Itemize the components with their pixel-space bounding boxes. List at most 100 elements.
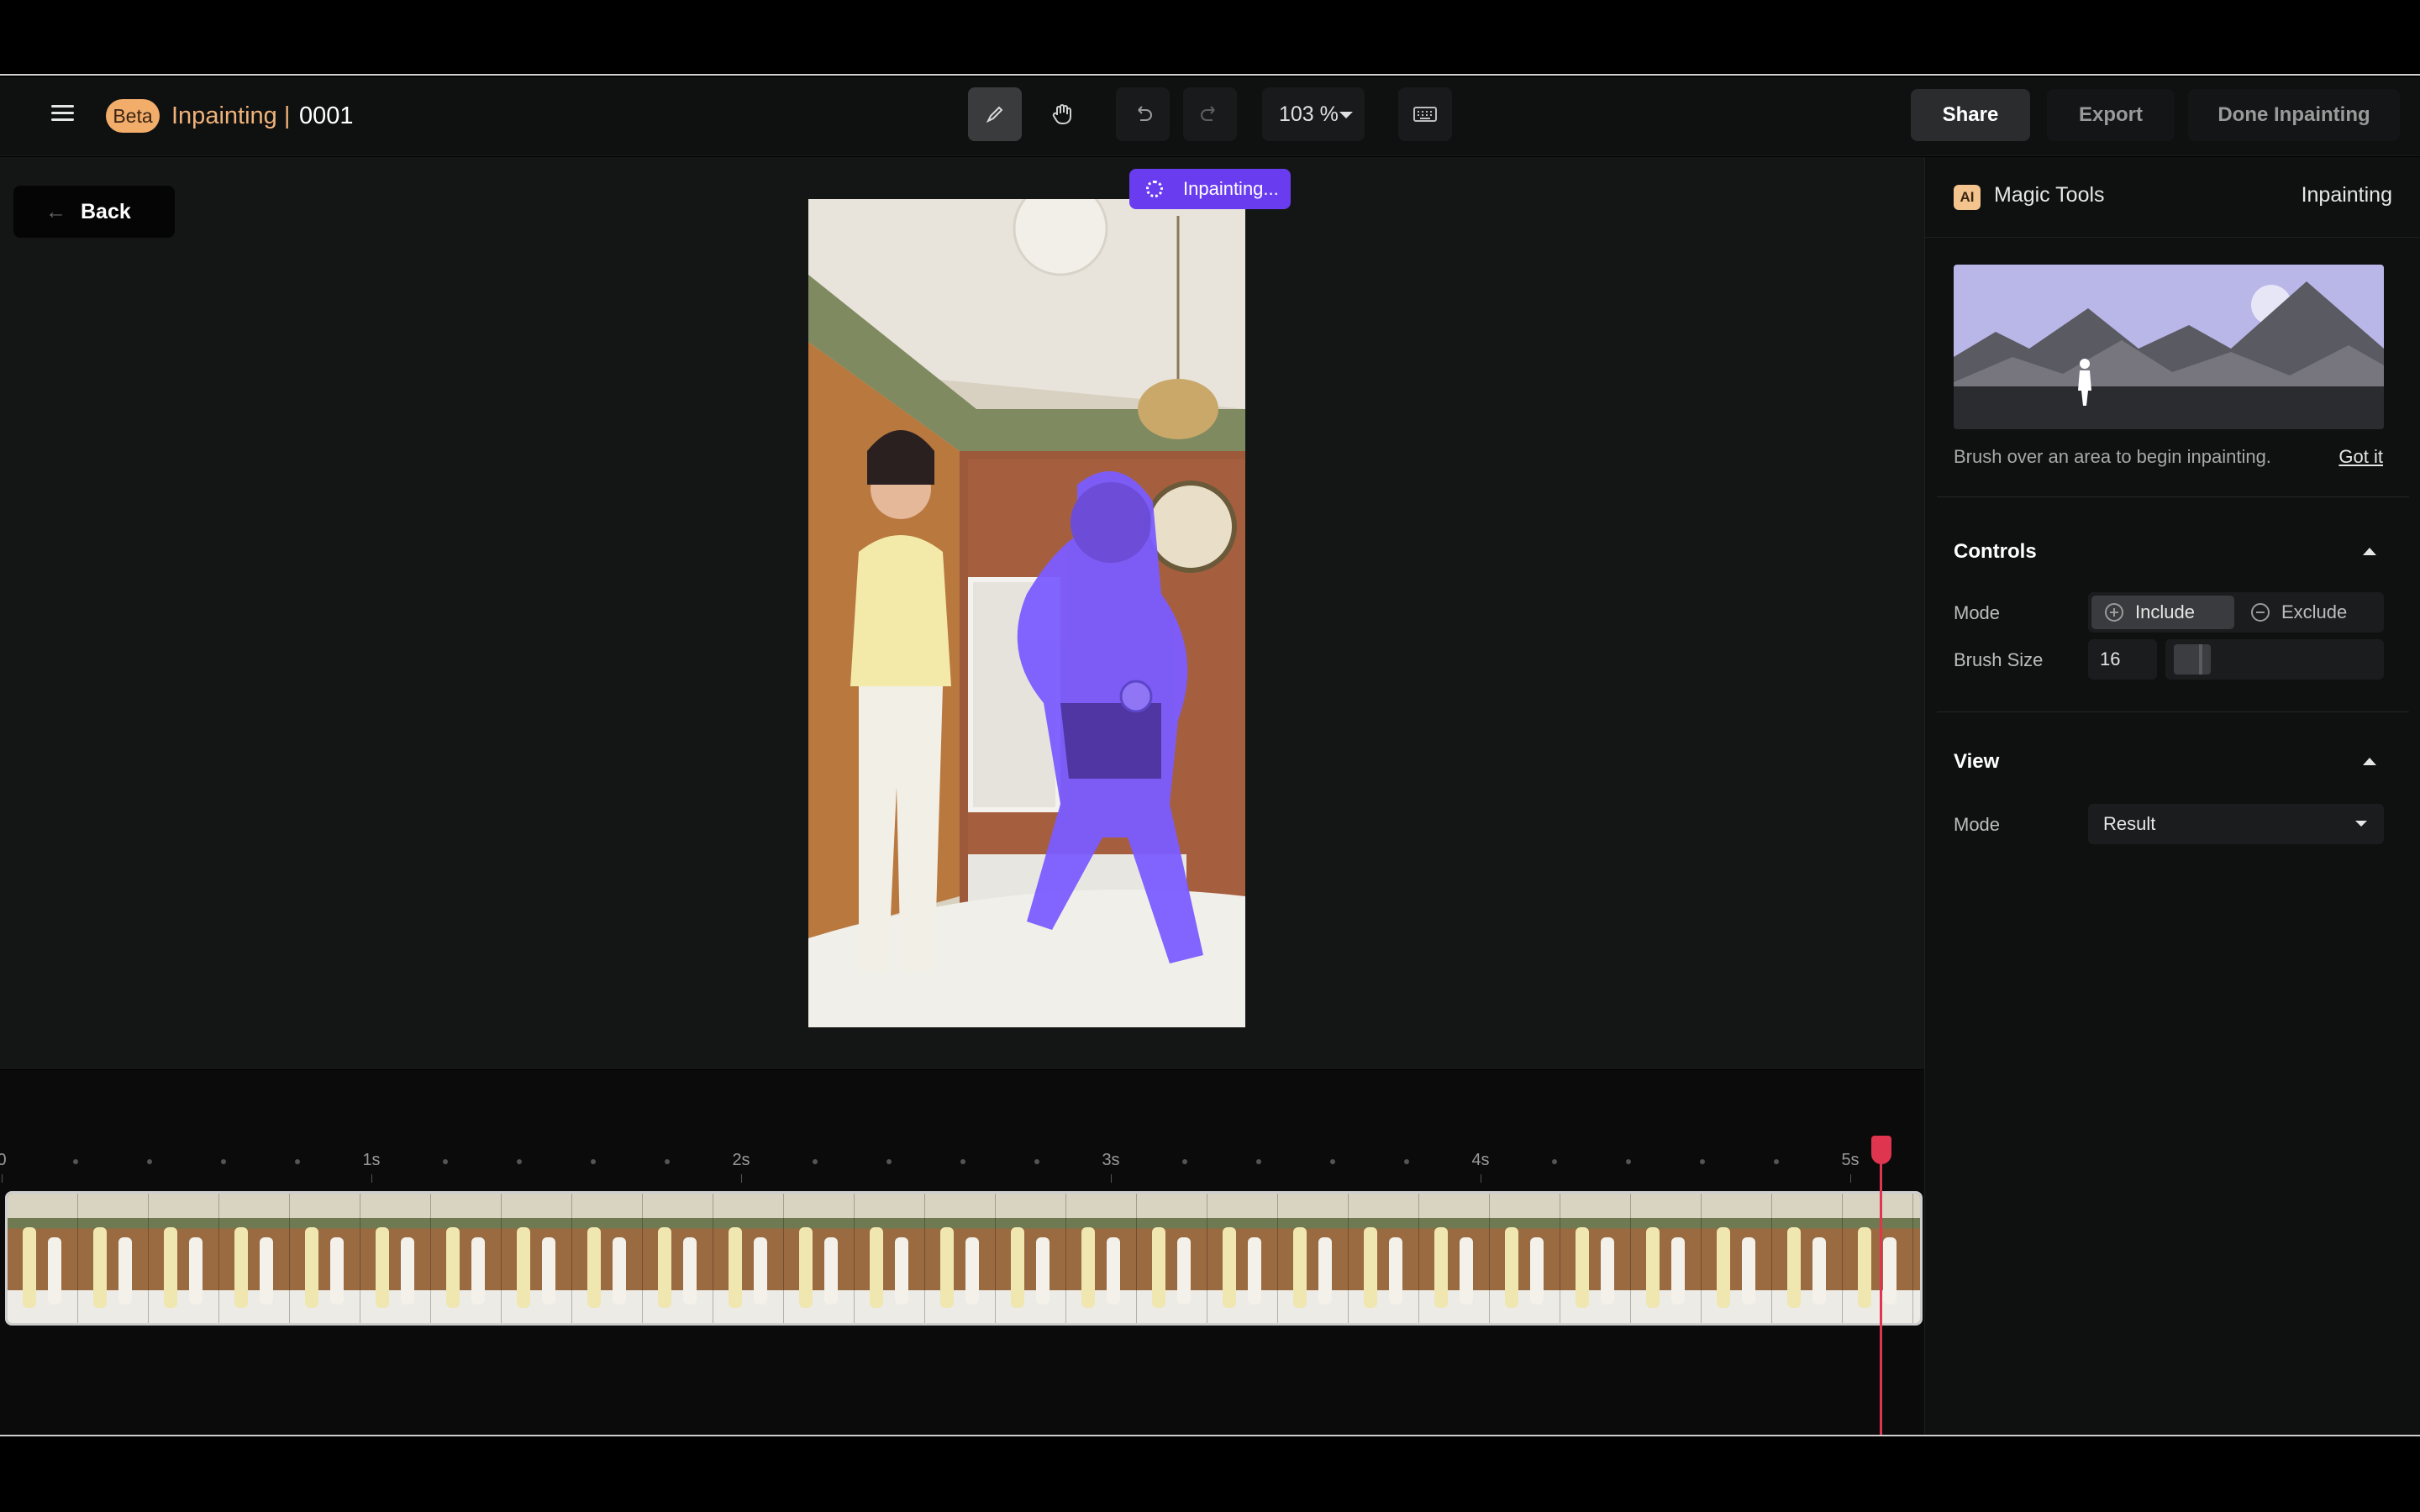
hand-icon xyxy=(1052,104,1071,125)
time-subtick-dot xyxy=(1404,1159,1409,1164)
filmstrip-frame xyxy=(1490,1194,1560,1323)
collapse-view-icon[interactable] xyxy=(2363,758,2376,765)
filmstrip-figure xyxy=(1671,1237,1685,1305)
back-button[interactable]: ← Back xyxy=(13,186,175,238)
include-option[interactable]: Include xyxy=(2091,596,2234,629)
controls-section-title[interactable]: Controls xyxy=(1954,540,2037,564)
filmstrip-figure xyxy=(1036,1237,1050,1305)
menu-icon[interactable] xyxy=(49,99,77,128)
filmstrip-figure xyxy=(1389,1237,1402,1305)
filmstrip-figure xyxy=(1152,1227,1165,1308)
filmstrip-figure xyxy=(118,1237,132,1305)
time-subtick-dot xyxy=(221,1159,226,1164)
filmstrip-figure xyxy=(1081,1227,1095,1308)
filmstrip-figure xyxy=(234,1227,248,1308)
divider xyxy=(1937,711,2409,712)
canvas-area[interactable]: ← Back Inpainting... xyxy=(0,157,1924,1227)
view-mode-label: Mode xyxy=(1954,814,2001,835)
top-black-bar xyxy=(0,0,2420,76)
inpainting-status: Inpainting... xyxy=(1129,169,1291,209)
zoom-dropdown[interactable]: 103 % xyxy=(1262,87,1365,141)
time-subtick-dot xyxy=(591,1159,596,1164)
filmstrip-figure xyxy=(1742,1237,1755,1305)
filmstrip[interactable] xyxy=(5,1191,1923,1326)
time-tick-label: 5s xyxy=(1841,1151,1860,1169)
exclude-option[interactable]: Exclude xyxy=(2238,596,2381,629)
undo-button[interactable] xyxy=(1116,87,1170,141)
filmstrip-figure xyxy=(729,1227,742,1308)
time-subtick-dot xyxy=(886,1159,892,1164)
filmstrip-frame xyxy=(1560,1194,1631,1323)
filmstrip-figure xyxy=(305,1227,318,1308)
filmstrip-frame xyxy=(1772,1194,1843,1323)
filmstrip-frame xyxy=(643,1194,713,1323)
time-tick-mark xyxy=(371,1174,372,1183)
share-button[interactable]: Share xyxy=(1911,89,2030,141)
filmstrip-figure xyxy=(1011,1227,1024,1308)
filmstrip-frame xyxy=(1843,1194,1913,1323)
redo-button[interactable] xyxy=(1183,87,1237,141)
got-it-link[interactable]: Got it xyxy=(2338,446,2383,468)
collapse-controls-icon[interactable] xyxy=(2363,548,2376,555)
time-tick-mark xyxy=(2,1174,3,1183)
filmstrip-figure xyxy=(824,1237,838,1305)
view-mode-select[interactable]: Result xyxy=(2088,804,2384,844)
view-section-title[interactable]: View xyxy=(1954,750,1999,774)
filmstrip-figure xyxy=(754,1237,767,1305)
export-button[interactable]: Export xyxy=(2047,89,2175,141)
slider-handle[interactable] xyxy=(2174,644,2211,675)
time-tick-label: 1s xyxy=(362,1151,381,1169)
filmstrip-frame xyxy=(996,1194,1066,1323)
filmstrip-figure xyxy=(1223,1227,1236,1308)
panel-header: AI Magic Tools Inpainting xyxy=(1925,157,2420,238)
filmstrip-figure xyxy=(940,1227,954,1308)
arrow-left-icon: ← xyxy=(45,200,66,223)
filmstrip-figure xyxy=(1293,1227,1307,1308)
ai-badge: AI xyxy=(1954,185,1981,210)
filmstrip-figure xyxy=(683,1237,697,1305)
playhead-handle[interactable] xyxy=(1871,1136,1891,1164)
filmstrip-frame xyxy=(855,1194,925,1323)
video-preview[interactable] xyxy=(808,199,1245,1027)
time-tick-label: 4s xyxy=(1471,1151,1490,1169)
project-id[interactable]: 0001 xyxy=(299,99,354,133)
timeline[interactable]: 0 1s 2s 3s 4s 5s xyxy=(0,1070,1924,1435)
chevron-down-icon xyxy=(1339,112,1353,118)
view-mode-value: Result xyxy=(2103,813,2156,834)
minus-circle-icon xyxy=(2251,603,2270,622)
filmstrip-frame xyxy=(78,1194,149,1323)
time-subtick-dot xyxy=(1034,1159,1039,1164)
filmstrip-figure xyxy=(471,1237,485,1305)
brush-size-slider[interactable] xyxy=(2165,639,2384,680)
top-toolbar: Beta Inpainting | 0001 103 % Share Expor… xyxy=(0,77,2420,156)
filmstrip-frame xyxy=(784,1194,855,1323)
app-window: Beta Inpainting | 0001 103 % Share Expor… xyxy=(0,0,2420,1512)
panel-mode-title: Inpainting xyxy=(2301,183,2392,207)
time-subtick-dot xyxy=(443,1159,448,1164)
filmstrip-figure xyxy=(542,1237,555,1305)
bottom-black-bar xyxy=(0,1435,2420,1512)
keyboard-icon xyxy=(1413,107,1437,122)
filmstrip-figure xyxy=(1505,1227,1518,1308)
filmstrip-figure xyxy=(1364,1227,1377,1308)
hand-tool-button[interactable] xyxy=(1035,87,1089,141)
filmstrip-figure xyxy=(48,1237,61,1305)
filmstrip-figure xyxy=(1434,1227,1448,1308)
filmstrip-figure xyxy=(1858,1227,1871,1308)
playhead-line[interactable] xyxy=(1880,1142,1882,1435)
time-subtick-dot xyxy=(1626,1159,1631,1164)
filmstrip-frame xyxy=(1419,1194,1490,1323)
brush-size-input[interactable]: 16 xyxy=(2088,639,2157,680)
timeline-ruler[interactable]: 0 1s 2s 3s 4s 5s xyxy=(0,1151,1924,1188)
inpainting-illustration xyxy=(1954,265,2384,429)
mode-toggle[interactable]: Include Exclude xyxy=(2088,592,2384,633)
filmstrip-figure xyxy=(93,1227,107,1308)
filmstrip-frame xyxy=(1702,1194,1772,1323)
divider xyxy=(1937,496,2409,497)
time-tick-mark xyxy=(741,1174,742,1183)
done-inpainting-button[interactable]: Done Inpainting xyxy=(2188,89,2400,141)
filmstrip-frame xyxy=(1349,1194,1419,1323)
brush-tool-button[interactable] xyxy=(968,87,1022,141)
filmstrip-frame xyxy=(431,1194,502,1323)
keyboard-shortcuts-button[interactable] xyxy=(1398,87,1452,141)
